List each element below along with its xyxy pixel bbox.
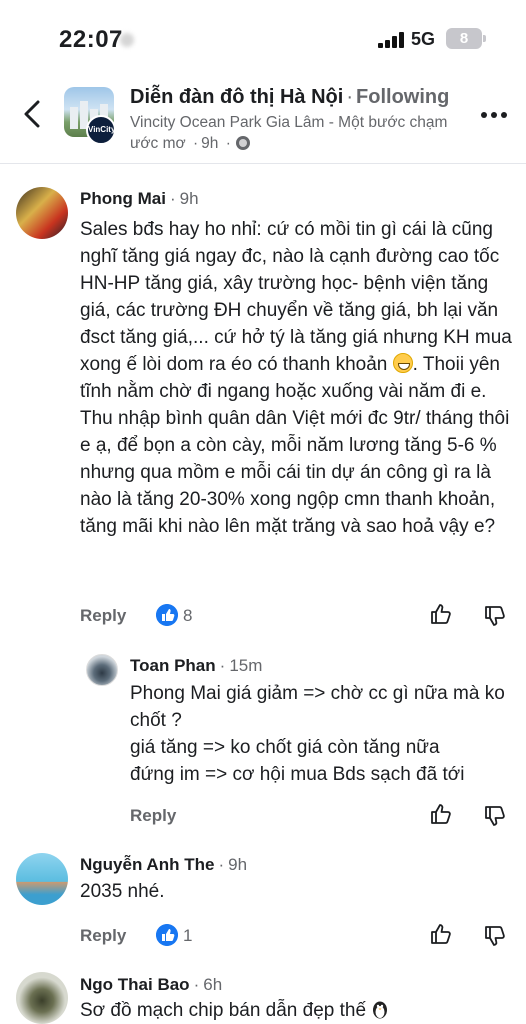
post-subtitle[interactable]: Vincity Ocean Park Gia Lâm - Một bước ch… <box>130 114 447 152</box>
grin-emoji-icon <box>392 353 413 373</box>
thumbs-up-icon[interactable] <box>429 922 453 946</box>
comment-text-body: Sơ đồ mạch chip bán dẫn đẹp thế <box>80 1000 367 1021</box>
avatar[interactable] <box>16 972 68 1024</box>
like-count: 1 <box>183 926 193 945</box>
group-title-row: Diễn đàn đô thị Hà Nội · Following <box>130 86 449 109</box>
thumbs-down-icon[interactable] <box>483 804 507 828</box>
like-badge-icon <box>156 604 178 626</box>
comment-ngo-thai-bao: Ngo Thai Bao · 6h Sơ đồ mạch chip bán dẫn … <box>0 966 526 1024</box>
like-badge-icon <box>156 924 178 946</box>
post-time: 9h <box>201 135 219 152</box>
network-type: 5G <box>411 29 436 49</box>
status-time: 22:07 <box>59 26 123 53</box>
vincity-badge: VinCity <box>86 115 116 145</box>
comment-author[interactable]: Toan Phan <box>130 656 216 675</box>
comment-author[interactable]: Nguyễn Anh The <box>80 855 214 874</box>
reply-button[interactable]: Reply <box>80 606 126 626</box>
comment-header: Toan Phan · 15m <box>130 656 262 676</box>
author-separator: · <box>169 189 176 208</box>
comment-header: Nguyễn Anh The · 9h <box>80 855 247 875</box>
comment-author[interactable]: Ngo Thai Bao <box>80 975 190 994</box>
battery-cap <box>483 35 486 42</box>
comment-text: Phong Mai giá giảm => chờ cc gì nữa mà k… <box>130 680 510 788</box>
author-separator: · <box>219 656 226 675</box>
comment-header: Phong Mai · 9h <box>80 189 199 209</box>
avatar[interactable] <box>16 187 68 239</box>
comment-header: Ngo Thai Bao · 6h <box>80 975 222 995</box>
comment-line: Phong Mai giá giảm => chờ cc gì nữa mà k… <box>130 683 505 731</box>
globe-icon <box>235 136 250 150</box>
subtitle-separator: · <box>193 135 199 152</box>
comment-time: 15m <box>229 656 263 675</box>
comment-time: 6h <box>203 975 223 994</box>
comment-text-part-2: . Thoii yên tĩnh nằm chờ đi ngang hoặc x… <box>80 354 510 537</box>
like-count: 8 <box>183 606 193 625</box>
battery-icon: 8 <box>446 28 482 49</box>
comment-line: đứng im => cơ hội mua Bds sạch đã tới <box>130 764 465 785</box>
status-indicator <box>120 33 134 47</box>
comment-author[interactable]: Phong Mai <box>80 189 166 208</box>
comment-toan-phan: Toan Phan · 15m Phong Mai giá giảm => chờ … <box>0 648 526 838</box>
more-icon[interactable] <box>481 112 507 120</box>
penguin-emoji-icon <box>373 1001 388 1019</box>
signal-icon <box>378 32 404 48</box>
comment-text: 2035 nhé. <box>80 881 165 902</box>
post-header: VinCity Diễn đàn đô thị Hà Nội · Following… <box>0 78 526 164</box>
post-subtitle-block: Vincity Ocean Park Gia Lâm - Một bước ch… <box>130 112 460 154</box>
thumbs-down-icon[interactable] <box>483 604 507 628</box>
comment-time: 9h <box>228 855 248 874</box>
author-separator: · <box>218 855 225 874</box>
status-bar: 22:07 5G 8 <box>0 0 526 78</box>
thumbs-up-icon[interactable] <box>429 602 453 626</box>
avatar[interactable] <box>86 654 118 686</box>
author-separator: · <box>193 975 200 994</box>
comment-text-part-1: Sales bđs hay ho nhỉ: cứ có mồi tin gì c… <box>80 219 512 375</box>
following-button[interactable]: Following <box>356 86 449 108</box>
thumbs-down-icon[interactable] <box>483 924 507 948</box>
comment-phong-mai: Phong Mai · 9h Sales bđs hay ho nhỉ: cứ có… <box>0 180 526 640</box>
thumbs-up-icon[interactable] <box>429 802 453 826</box>
title-separator: · <box>346 86 354 108</box>
comment-nguyen-anh-the: Nguyễn Anh The · 9h 2035 nhé. Reply 1 <box>0 848 526 958</box>
avatar[interactable] <box>16 853 68 905</box>
back-chevron-icon[interactable] <box>18 98 46 130</box>
subtitle-separator-2: · <box>225 135 231 152</box>
reply-button[interactable]: Reply <box>80 926 126 946</box>
comment-text: Sơ đồ mạch chip bán dẫn đẹp thế <box>80 997 510 1024</box>
comment-time: 9h <box>179 189 199 208</box>
reply-button[interactable]: Reply <box>130 806 176 826</box>
comment-text: Sales bđs hay ho nhỉ: cứ có mồi tin gì c… <box>80 216 512 540</box>
comment-line: giá tăng => ko chốt giá còn tăng nữa <box>130 737 440 758</box>
group-name[interactable]: Diễn đàn đô thị Hà Nội <box>130 86 343 108</box>
